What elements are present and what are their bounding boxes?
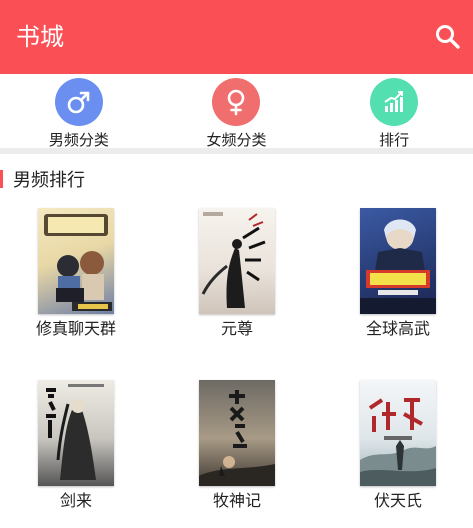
- ranking-category-label: 排行: [379, 131, 410, 149]
- book-cover-art: [360, 398, 436, 486]
- category-row: 男频分类 女频分类 排行: [0, 74, 473, 150]
- app-header: 书城: [0, 0, 473, 74]
- male-icon: [67, 91, 90, 114]
- book-title: 元尊: [220, 319, 253, 338]
- book-item[interactable]: 元尊: [172, 208, 302, 340]
- book-title: 牧神记: [212, 491, 261, 510]
- male-category-label: 男频分类: [48, 131, 109, 149]
- female-category-circle: [212, 78, 261, 126]
- book-cover-art: [201, 212, 266, 308]
- book-cover: [38, 380, 114, 486]
- book-cover-art: [199, 390, 275, 486]
- ranking-category-button[interactable]: 排行: [334, 74, 454, 150]
- section-header: 男频排行: [0, 166, 85, 192]
- book-cover: [199, 380, 275, 486]
- page-title: 书城: [16, 23, 64, 51]
- book-cover: [360, 208, 436, 314]
- book-cover: [38, 208, 114, 314]
- male-category-button[interactable]: 男频分类: [19, 74, 139, 150]
- book-item[interactable]: 剑来: [11, 380, 141, 512]
- section-title: 男频排行: [13, 170, 85, 191]
- search-button[interactable]: [433, 22, 463, 52]
- female-category-label: 女频分类: [206, 131, 267, 149]
- book-title: 剑来: [59, 491, 92, 510]
- book-cover-art: [44, 214, 112, 311]
- search-icon: [436, 25, 460, 49]
- section-accent-bar: [0, 170, 3, 188]
- book-title: 全球高武: [365, 319, 430, 338]
- male-category-circle: [54, 78, 103, 126]
- book-cover: [360, 380, 436, 486]
- book-item[interactable]: 伏天氏: [333, 380, 463, 512]
- ranking-category-circle: [370, 78, 419, 126]
- section-divider: [0, 148, 473, 154]
- book-cover: [199, 208, 275, 314]
- book-title: 修真聊天群: [35, 319, 116, 338]
- female-icon: [228, 89, 245, 116]
- book-item[interactable]: 修真聊天群: [11, 208, 141, 340]
- bookstore-screen: 书城 男频分类 女频分类 排行 男频排行 修真聊天群 元尊 全球高武 剑来 牧神…: [0, 0, 473, 528]
- book-title: 伏天氏: [373, 491, 422, 510]
- book-cover-art: [46, 384, 104, 480]
- female-category-button[interactable]: 女频分类: [176, 74, 296, 150]
- book-item[interactable]: 牧神记: [172, 380, 302, 512]
- book-cover-art: [360, 219, 436, 314]
- book-item[interactable]: 全球高武: [333, 208, 463, 340]
- chart-icon: [384, 91, 404, 112]
